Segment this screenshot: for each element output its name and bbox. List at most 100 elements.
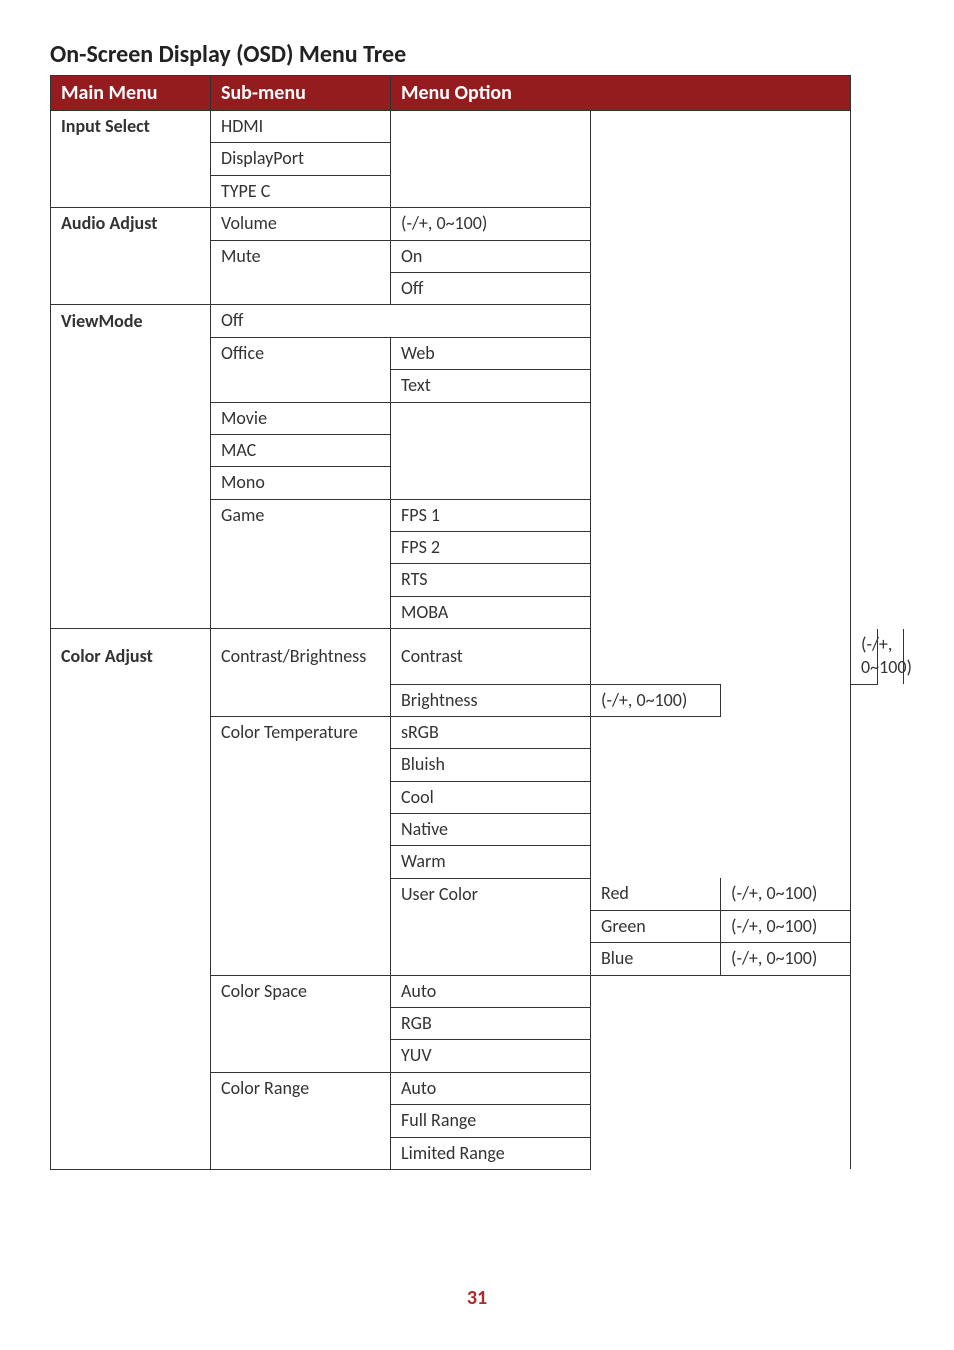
sub-mac: MAC: [211, 434, 391, 466]
osd-menu-table: Main Menu Sub-menu Menu Option Input Sel…: [50, 75, 904, 1170]
empty: [51, 975, 211, 1007]
sub-game: Game: [211, 499, 391, 531]
empty: [51, 814, 211, 846]
hdr-main: Main Menu: [51, 76, 211, 111]
hdr-option: Menu Option: [391, 76, 851, 111]
opt-rts: RTS: [391, 564, 591, 596]
page-title: On-Screen Display (OSD) Menu Tree: [50, 40, 904, 69]
empty: [591, 111, 851, 685]
empty: [211, 532, 391, 564]
empty: [51, 910, 211, 942]
uc-blue-range: (-/+, 0~100): [721, 943, 851, 975]
sub-movie: Movie: [211, 402, 391, 434]
empty: [51, 1137, 211, 1169]
opt-cr-auto: Auto: [391, 1072, 591, 1104]
empty: [211, 1137, 391, 1169]
empty: [211, 1007, 391, 1039]
opt-warm: Warm: [391, 846, 591, 878]
empty: [51, 564, 211, 596]
main-audio-adjust: Audio Adjust: [51, 208, 211, 240]
empty: [51, 532, 211, 564]
opt-fullrange: Full Range: [391, 1105, 591, 1137]
empty: [51, 143, 211, 175]
opt-fps2: FPS 2: [391, 532, 591, 564]
val-brightness: (-/+, 0~100): [591, 684, 721, 716]
empty: [51, 596, 211, 628]
empty: [211, 596, 391, 628]
opt-usercolor: User Color: [391, 878, 591, 910]
empty: [211, 846, 391, 878]
main-viewmode: ViewMode: [51, 305, 211, 337]
empty: [51, 781, 211, 813]
opt-moba: MOBA: [391, 596, 591, 628]
empty: [51, 749, 211, 781]
empty: [51, 467, 211, 499]
main-color-adjust: Color Adjust: [51, 629, 211, 684]
sub-contrast-brightness: Contrast/Brightness: [211, 629, 391, 684]
empty: [51, 878, 211, 910]
empty: [51, 716, 211, 748]
empty: [51, 943, 211, 975]
uc-blue: Blue: [591, 943, 721, 975]
empty: [51, 1040, 211, 1072]
opt-volume-range: (-/+, 0~100): [391, 208, 591, 240]
empty: [391, 402, 591, 434]
sub-mute: Mute: [211, 240, 391, 272]
empty: [211, 370, 391, 402]
empty: [51, 402, 211, 434]
hdr-sub: Sub-menu: [211, 76, 391, 111]
empty: [211, 749, 391, 781]
empty: [51, 370, 211, 402]
sub-colorspace: Color Space: [211, 975, 391, 1007]
empty: [391, 175, 591, 207]
opt-cool: Cool: [391, 781, 591, 813]
opt-text: Text: [391, 370, 591, 402]
opt-on: On: [391, 240, 591, 272]
empty: [391, 910, 591, 942]
empty: [51, 1007, 211, 1039]
sub-colorrange: Color Range: [211, 1072, 391, 1104]
table-header: Main Menu Sub-menu Menu Option: [51, 76, 904, 111]
empty: [211, 814, 391, 846]
empty: [591, 716, 851, 878]
empty: [211, 943, 391, 975]
empty: [211, 564, 391, 596]
empty: [591, 975, 851, 1169]
opt-srgb: sRGB: [391, 716, 591, 748]
main-input-select: Input Select: [51, 111, 211, 143]
empty: [51, 846, 211, 878]
empty: [211, 1040, 391, 1072]
sub-viewmode-off: Off: [211, 305, 591, 337]
uc-green: Green: [591, 910, 721, 942]
empty: [391, 467, 591, 499]
empty: [51, 337, 211, 369]
empty: [211, 781, 391, 813]
empty: [211, 878, 391, 910]
opt-native: Native: [391, 814, 591, 846]
sub-displayport: DisplayPort: [211, 143, 391, 175]
opt-cs-auto: Auto: [391, 975, 591, 1007]
opt-fps1: FPS 1: [391, 499, 591, 531]
sub-hdmi: HDMI: [211, 111, 391, 143]
empty: [51, 1105, 211, 1137]
val-contrast: (-/+, 0~100): [851, 629, 877, 684]
empty: [51, 684, 211, 716]
empty: [721, 684, 851, 716]
empty: [211, 272, 391, 304]
uc-red: Red: [591, 878, 721, 910]
uc-red-range: (-/+, 0~100): [721, 878, 851, 910]
empty: [211, 1105, 391, 1137]
opt-off: Off: [391, 272, 591, 304]
sub-color-temp: Color Temperature: [211, 716, 391, 748]
opt-web: Web: [391, 337, 591, 369]
opt-bluish: Bluish: [391, 749, 591, 781]
page-number: 31: [0, 1286, 954, 1310]
empty: [211, 910, 391, 942]
empty: [391, 434, 591, 466]
empty: [51, 1072, 211, 1104]
uc-green-range: (-/+, 0~100): [721, 910, 851, 942]
empty: [211, 684, 391, 716]
sub-volume: Volume: [211, 208, 391, 240]
opt-rgb: RGB: [391, 1007, 591, 1039]
opt-brightness: Brightness: [391, 684, 591, 716]
